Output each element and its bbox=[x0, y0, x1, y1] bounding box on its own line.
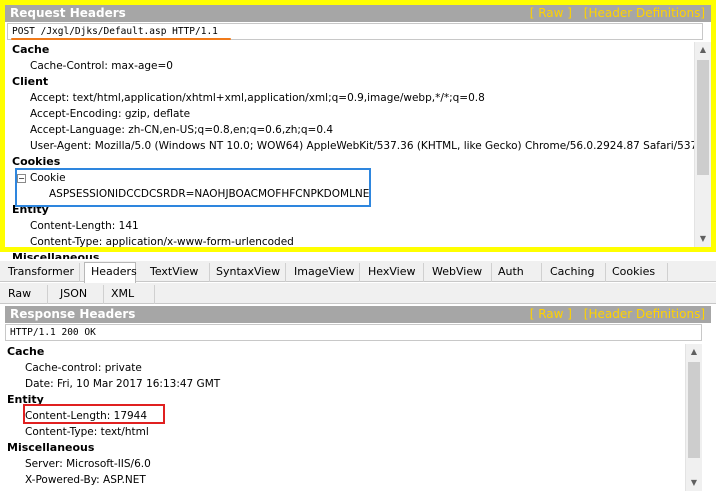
group-miscellaneous[interactable]: Miscellaneous bbox=[0, 440, 698, 456]
tab-cookies[interactable]: Cookies bbox=[606, 263, 668, 282]
header-item[interactable]: Cache-Control: max-age=0 bbox=[5, 58, 693, 74]
tab-imageview[interactable]: ImageView bbox=[288, 263, 360, 282]
scroll-up-icon[interactable]: ▲ bbox=[686, 344, 702, 360]
status-line: HTTP/1.1 200 OK bbox=[5, 324, 702, 341]
response-scrollbar[interactable]: ▲ ▼ bbox=[685, 344, 702, 491]
header-item[interactable]: X-Powered-By: ASP.NET bbox=[0, 472, 698, 488]
request-headers-panel: Request Headers [ Raw ] [Header Definiti… bbox=[0, 0, 716, 252]
header-item[interactable]: Cache-control: private bbox=[0, 360, 698, 376]
tab-webview[interactable]: WebView bbox=[426, 263, 492, 282]
tab-auth[interactable]: Auth bbox=[492, 263, 542, 282]
view-tabs: Raw JSON XML bbox=[0, 283, 716, 304]
scroll-down-icon[interactable]: ▼ bbox=[686, 475, 702, 491]
tab-textview[interactable]: TextView bbox=[144, 263, 210, 282]
request-headers-title: Request Headers bbox=[10, 6, 126, 20]
response-headers-bar: Response Headers [ Raw ] [Header Definit… bbox=[5, 306, 711, 323]
header-item[interactable]: Content-Type: text/html bbox=[0, 424, 698, 440]
scroll-thumb[interactable] bbox=[688, 362, 700, 458]
scroll-down-icon[interactable]: ▼ bbox=[695, 231, 711, 247]
cut-group-label: Miscellaneous bbox=[12, 251, 100, 259]
response-headers-title: Response Headers bbox=[10, 307, 136, 321]
header-item[interactable]: Accept: text/html,application/xhtml+xml,… bbox=[5, 90, 693, 106]
response-raw-link[interactable]: [ Raw ] bbox=[530, 307, 572, 321]
request-headers-tree: Cache Cache-Control: max-age=0 Client Ac… bbox=[5, 42, 711, 247]
request-header-links: [ Raw ] [Header Definitions] bbox=[522, 5, 705, 22]
request-raw-link[interactable]: [ Raw ] bbox=[530, 6, 572, 20]
inspector-tabs: Transformer Headers TextView SyntaxView … bbox=[0, 261, 716, 283]
tab-json[interactable]: JSON bbox=[54, 285, 104, 304]
group-cache[interactable]: Cache bbox=[5, 42, 693, 58]
tab-syntaxview[interactable]: SyntaxView bbox=[210, 263, 286, 282]
scroll-up-icon[interactable]: ▲ bbox=[695, 42, 711, 58]
response-header-definitions-link[interactable]: [Header Definitions] bbox=[584, 307, 705, 321]
header-item[interactable]: User-Agent: Mozilla/5.0 (Windows NT 10.0… bbox=[5, 138, 711, 154]
request-line-underline bbox=[11, 38, 231, 40]
response-header-links: [ Raw ] [Header Definitions] bbox=[522, 306, 705, 323]
request-scrollbar[interactable]: ▲ ▼ bbox=[694, 42, 711, 247]
header-item[interactable]: Content-Length: 141 bbox=[5, 218, 693, 234]
header-item[interactable]: Server: Microsoft-IIS/6.0 bbox=[0, 456, 698, 472]
tab-transformer[interactable]: Transformer bbox=[2, 263, 80, 282]
header-item[interactable]: Content-Type: application/x-www-form-url… bbox=[5, 234, 693, 247]
cookie-highlight-box bbox=[15, 168, 371, 207]
response-headers-panel: Response Headers [ Raw ] [Header Definit… bbox=[0, 306, 716, 501]
tab-xml[interactable]: XML bbox=[105, 285, 155, 304]
scroll-thumb[interactable] bbox=[697, 60, 709, 175]
tab-headers[interactable]: Headers bbox=[84, 262, 137, 283]
group-client[interactable]: Client bbox=[5, 74, 693, 90]
tab-caching[interactable]: Caching bbox=[544, 263, 606, 282]
tab-hexview[interactable]: HexView bbox=[362, 263, 424, 282]
request-headers-bar: Request Headers [ Raw ] [Header Definiti… bbox=[5, 5, 711, 22]
content-length-highlight-box bbox=[23, 404, 165, 424]
tab-raw[interactable]: Raw bbox=[2, 285, 48, 304]
request-header-definitions-link[interactable]: [Header Definitions] bbox=[584, 6, 705, 20]
header-item[interactable]: Accept-Language: zh-CN,en-US;q=0.8,en;q=… bbox=[5, 122, 693, 138]
header-item[interactable]: Date: Fri, 10 Mar 2017 16:13:47 GMT bbox=[0, 376, 698, 392]
header-item[interactable]: Accept-Encoding: gzip, deflate bbox=[5, 106, 693, 122]
group-cache[interactable]: Cache bbox=[0, 344, 698, 360]
